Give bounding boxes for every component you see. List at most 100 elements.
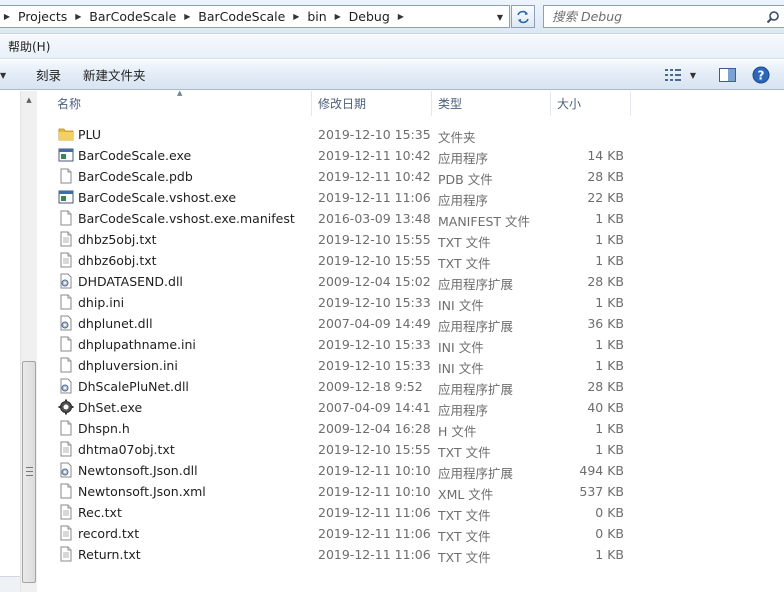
command-bar: ▼ 刻录 新建文件夹 ▼ ? (0, 60, 784, 90)
file-row[interactable]: Newtonsoft.Json.xml 2019-12-11 10:10 XML 文… (38, 481, 784, 502)
file-name: Newtonsoft.Json.dll (78, 463, 198, 478)
file-name: dhplupathname.ini (78, 337, 196, 352)
file-row[interactable]: Newtonsoft.Json.dll 2019-12-11 10:10 应用程序扩… (38, 460, 784, 481)
scrollbar-thumb[interactable] (22, 361, 36, 583)
file-row[interactable]: dhbz6obj.txt 2019-12-10 15:55 TXT 文件 1 KB (38, 250, 784, 271)
chevron-right-icon[interactable]: ▶ (0, 12, 14, 21)
app-gear-icon (58, 399, 74, 415)
file-row[interactable]: DhScalePluNet.dll 2009-12-18 9:52 应用程序扩展 28… (38, 376, 784, 397)
breadcrumb-item[interactable]: Debug ▶ (345, 6, 408, 27)
file-size: 1 KB (595, 253, 624, 268)
file-row[interactable]: BarCodeScale.pdb 2019-12-11 10:42 PDB 文件 28… (38, 166, 784, 187)
folder-icon (58, 126, 74, 142)
file-type: TXT 文件 (438, 550, 491, 565)
chevron-right-icon[interactable]: ▶ (71, 12, 85, 21)
text-file-icon (58, 546, 74, 562)
file-date: 2019-12-11 11:06 (318, 526, 431, 541)
chevron-right-icon[interactable]: ▶ (331, 12, 345, 21)
file-type: XML 文件 (438, 487, 494, 502)
chevron-right-icon[interactable]: ▶ (394, 12, 408, 21)
file-name: dhpluversion.ini (78, 358, 178, 373)
file-row[interactable]: DHDATASEND.dll 2009-12-04 15:02 应用程序扩展 28 K… (38, 271, 784, 292)
navigation-scrollbar[interactable]: ▲ (20, 91, 37, 592)
file-row[interactable]: dhip.ini 2019-12-10 15:33 INI 文件 1 KB (38, 292, 784, 313)
ini-icon (58, 294, 74, 310)
breadcrumb-root-arrow[interactable]: ▶ (0, 6, 14, 27)
address-dropdown-icon[interactable]: ▼ (493, 9, 507, 25)
svg-text:?: ? (758, 69, 765, 83)
file-name: dhbz5obj.txt (78, 232, 157, 247)
search-input[interactable] (544, 6, 762, 27)
chevron-down-icon[interactable]: ▼ (0, 71, 6, 80)
file-row[interactable]: BarCodeScale.exe 2019-12-11 10:42 应用程序 14 K… (38, 145, 784, 166)
new-folder-button[interactable]: 新建文件夹 (75, 60, 154, 89)
help-icon: ? (752, 66, 770, 84)
breadcrumb-item[interactable]: BarCodeScale ▶ (85, 6, 194, 27)
scroll-up-icon[interactable]: ▲ (21, 91, 37, 108)
file-type: 应用程序扩展 (438, 382, 514, 397)
file-name: Rec.txt (78, 505, 122, 520)
search-icon[interactable] (762, 6, 784, 27)
file-date: 2019-12-10 15:55 (318, 442, 431, 457)
file-name: dhplunet.dll (78, 316, 153, 331)
column-size[interactable]: 大小 (551, 91, 631, 116)
file-name: BarCodeScale.pdb (78, 169, 193, 184)
help-button[interactable]: ? (750, 65, 772, 85)
address-bar[interactable]: ▶ Projects ▶ BarCodeScale ▶ BarCodeScale ▶ … (0, 5, 510, 28)
file-row[interactable]: BarCodeScale.vshost.exe.manifest 2016-03-… (38, 208, 784, 229)
file-row[interactable]: dhtma07obj.txt 2019-12-10 15:55 TXT 文件 1 KB (38, 439, 784, 460)
file-date: 2019-12-10 15:35 (318, 127, 431, 142)
file-row[interactable]: PLU 2019-12-10 15:35 文件夹 (38, 124, 784, 145)
file-icon (58, 483, 74, 499)
file-date: 2019-12-11 11:06 (318, 505, 431, 520)
file-row[interactable]: dhpluversion.ini 2019-12-10 15:33 INI 文件 1 … (38, 355, 784, 376)
refresh-icon (517, 10, 529, 23)
breadcrumb-item[interactable]: BarCodeScale ▶ (194, 6, 303, 27)
file-row[interactable]: dhplunet.dll 2007-04-09 14:49 应用程序扩展 36 KB (38, 313, 784, 334)
dll-icon (58, 462, 74, 478)
grip-icon (26, 467, 33, 476)
text-file-icon (58, 441, 74, 457)
file-type: MANIFEST 文件 (438, 214, 531, 229)
file-row[interactable]: DhSet.exe 2007-04-09 14:41 应用程序 40 KB (38, 397, 784, 418)
burn-button[interactable]: 刻录 (28, 60, 69, 89)
view-options-dropdown-icon[interactable]: ▼ (686, 65, 700, 85)
file-row[interactable]: record.txt 2019-12-11 11:06 TXT 文件 0 KB (38, 523, 784, 544)
column-type-label: 类型 (438, 97, 463, 111)
preview-pane-button[interactable] (716, 65, 738, 85)
menu-help[interactable]: 帮助(H) (0, 38, 56, 55)
refresh-button[interactable] (511, 5, 535, 28)
file-name: DhScalePluNet.dll (78, 379, 189, 394)
file-row[interactable]: dhplupathname.ini 2019-12-10 15:33 INI 文件 1… (38, 334, 784, 355)
file-type: INI 文件 (438, 361, 484, 376)
file-type: INI 文件 (438, 298, 484, 313)
file-size: 1 KB (595, 358, 624, 373)
file-date: 2019-12-11 11:06 (318, 190, 431, 205)
file-size: 36 KB (587, 316, 624, 331)
breadcrumb-item[interactable]: bin ▶ (303, 6, 344, 27)
file-type: TXT 文件 (438, 445, 491, 460)
file-row[interactable]: Return.txt 2019-12-11 11:06 TXT 文件 1 KB (38, 544, 784, 565)
file-date: 2019-12-11 10:10 (318, 484, 431, 499)
file-date: 2007-04-09 14:41 (318, 400, 431, 415)
file-date: 2007-04-09 14:49 (318, 316, 431, 331)
chevron-right-icon[interactable]: ▶ (180, 12, 194, 21)
change-view-button[interactable] (662, 65, 684, 85)
column-name[interactable]: ▲ 名称 (38, 89, 312, 116)
text-file-icon (58, 252, 74, 268)
breadcrumb-item[interactable]: Projects ▶ (14, 6, 85, 27)
file-type: 应用程序 (438, 151, 489, 166)
file-date: 2019-12-11 10:42 (318, 169, 431, 184)
file-row[interactable]: dhbz5obj.txt 2019-12-10 15:55 TXT 文件 1 KB (38, 229, 784, 250)
search-box[interactable] (543, 5, 784, 28)
chevron-right-icon[interactable]: ▶ (289, 12, 303, 21)
sort-ascending-icon: ▲ (177, 89, 183, 97)
preview-pane-icon (718, 68, 736, 82)
file-row[interactable]: BarCodeScale.vshost.exe 2019-12-11 11:06 应… (38, 187, 784, 208)
file-row[interactable]: Rec.txt 2019-12-11 11:06 TXT 文件 0 KB (38, 502, 784, 523)
column-type[interactable]: 类型 (432, 91, 551, 116)
column-date[interactable]: 修改日期 (312, 91, 432, 116)
file-row[interactable]: Dhspn.h 2009-12-04 16:28 H 文件 1 KB (38, 418, 784, 439)
file-name: PLU (78, 127, 102, 142)
file-type: TXT 文件 (438, 256, 491, 271)
